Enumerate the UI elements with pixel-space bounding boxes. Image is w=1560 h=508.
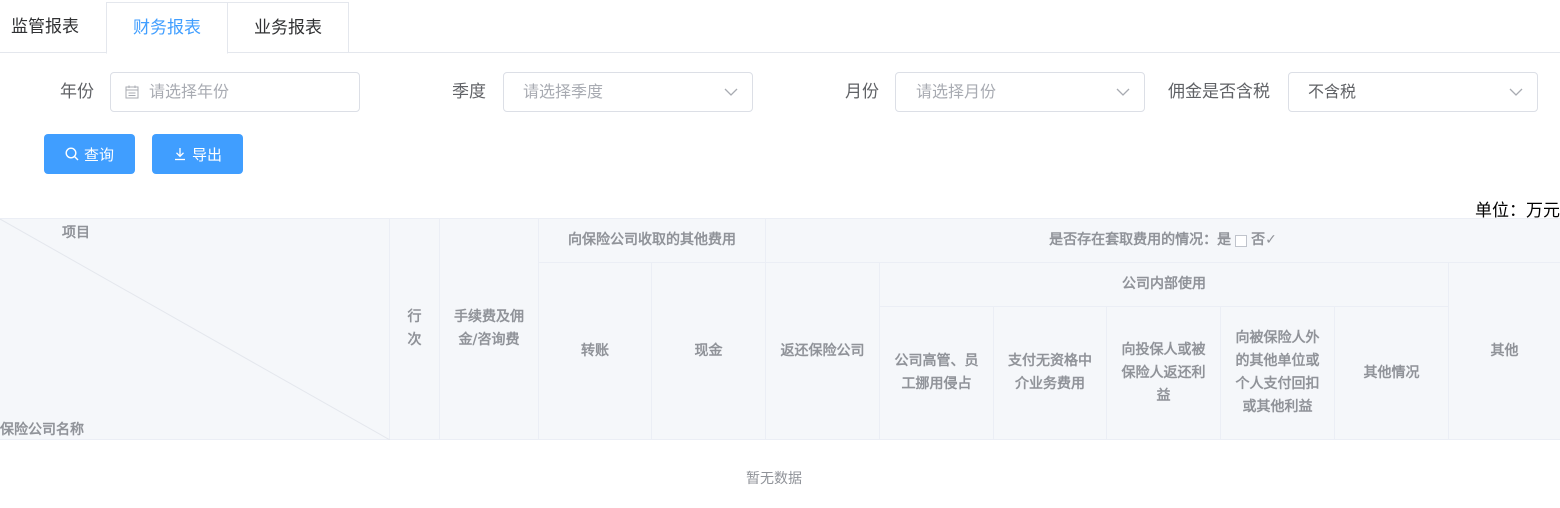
quarter-placeholder: 请选择季度 <box>523 82 604 101</box>
header-other-fees-group: 向保险公司收取的其他费用 <box>539 219 766 263</box>
chevron-down-icon <box>724 73 738 111</box>
tab-financial-report[interactable]: 财务报表 <box>106 2 228 54</box>
header-other-situation: 其他情况 <box>1335 307 1449 440</box>
tab-regulatory-report[interactable]: 监管报表 <box>0 2 106 53</box>
diagonal-line <box>0 219 390 440</box>
tax-value: 不含税 <box>1308 82 1357 101</box>
quarter-select[interactable]: 请选择季度 <box>503 72 753 112</box>
header-embezzlement: 公司高管、员工挪用侵占 <box>880 307 994 440</box>
report-tabs: 监管报表 财务报表 业务报表 <box>0 0 1560 54</box>
header-internal-use-group: 公司内部使用 <box>880 263 1449 307</box>
tax-label: 佣金是否含税 <box>1168 82 1270 102</box>
chevron-down-icon <box>1116 73 1130 111</box>
year-placeholder: 请选择年份 <box>149 82 230 101</box>
header-cashing-group: 是否存在套取费用的情况：是 否✓ <box>766 219 1560 263</box>
table-header: 项目 保险公司名称 行次 手续费及佣金/咨询费 向保险公司收取的其他费用 转账 … <box>0 218 1560 440</box>
tax-select[interactable]: 不含税 <box>1288 72 1538 112</box>
header-row-no: 行次 <box>390 219 440 440</box>
chevron-down-icon <box>1509 73 1523 111</box>
header-return-company: 返还保险公司 <box>766 263 880 440</box>
month-placeholder: 请选择月份 <box>916 82 997 101</box>
cashing-question: 是否存在套取费用的情况：是 <box>1049 232 1232 248</box>
download-icon <box>174 148 185 161</box>
year-picker[interactable]: 请选择年份 <box>110 72 360 112</box>
cashing-no-option: 否✓ <box>1251 232 1277 248</box>
month-label: 月份 <box>845 82 879 102</box>
header-transfer: 转账 <box>539 263 652 440</box>
month-select[interactable]: 请选择月份 <box>895 72 1145 112</box>
export-button-label: 导出 <box>191 145 222 164</box>
header-commission: 手续费及佣金/咨询费 <box>440 219 539 440</box>
query-button[interactable]: 查询 <box>44 134 135 174</box>
header-return-benefit: 向投保人或被保险人返还利益 <box>1107 307 1221 440</box>
header-unqualified-agency-fee: 支付无资格中介业务费用 <box>994 307 1107 440</box>
header-item-label: 项目 <box>62 225 90 241</box>
export-button[interactable]: 导出 <box>152 134 243 174</box>
diagonal-header-cell: 项目 保险公司名称 <box>0 219 390 440</box>
query-button-label: 查询 <box>83 145 114 164</box>
header-other: 其他 <box>1449 263 1560 440</box>
year-label: 年份 <box>60 82 94 102</box>
header-kickback: 向被保险人外的其他单位或个人支付回扣或其他利益 <box>1221 307 1335 440</box>
search-icon <box>65 147 79 161</box>
header-company-name-label: 保险公司名称 <box>0 422 84 438</box>
empty-table-text: 暂无数据 <box>746 471 802 487</box>
tab-business-report[interactable]: 业务报表 <box>228 2 349 53</box>
checkbox-icon <box>1235 234 1248 247</box>
quarter-label: 季度 <box>452 82 486 102</box>
header-cash: 现金 <box>652 263 766 440</box>
calendar-icon <box>125 85 139 99</box>
